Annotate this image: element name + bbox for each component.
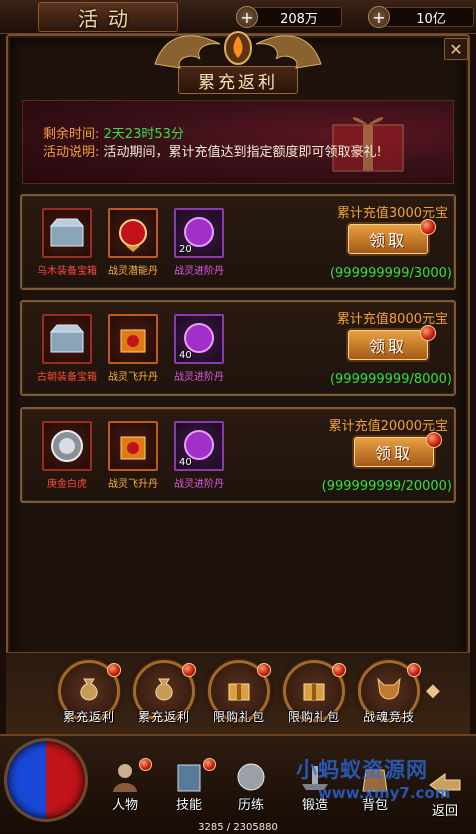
remaining-time-label: 剩余时间:: [43, 127, 100, 142]
reward-card: 40 庚金白虎 战灵飞升丹 战灵进阶丹 累计充值20000元宝 领取 (9999…: [20, 407, 456, 503]
claim-button[interactable]: 领取: [348, 325, 436, 360]
recharge-progress: (999999999/20000): [321, 479, 452, 494]
gift-box-icon: [303, 683, 325, 701]
activity-info: 剩余时间: 2天23时53分 活动说明: 活动期间，累计充值达到指定额度即可领取…: [22, 100, 454, 184]
claim-label: 领取: [368, 231, 407, 250]
money-bag-icon: [80, 678, 98, 701]
reward-item[interactable]: [42, 314, 92, 364]
resource-gold: + 10亿: [368, 5, 474, 29]
claim-button[interactable]: 领取: [354, 432, 442, 467]
reward-item[interactable]: [42, 208, 92, 258]
item-name: 战灵潜能丹: [108, 266, 158, 277]
notification-dot: [257, 663, 271, 677]
description-value: 活动期间，累计充值达到指定额度即可领取豪礼!: [103, 145, 382, 160]
flame-emblem-icon: [224, 31, 252, 65]
nav-label: 返回: [431, 804, 458, 819]
nav-label: 技能: [175, 798, 202, 813]
demon-mask-icon: [377, 677, 401, 700]
item-name: 战灵进阶丹: [174, 479, 224, 490]
recharge-progress: (999999999/3000): [329, 266, 452, 281]
gift-box-icon: [228, 683, 250, 701]
description-label: 活动说明:: [43, 145, 100, 160]
item-count: 20: [179, 244, 192, 255]
hp-mp-orb: [4, 738, 88, 822]
recharge-progress: (999999999/8000): [329, 372, 452, 387]
item-name: 战灵进阶丹: [174, 372, 224, 383]
money-bag-icon: [155, 678, 173, 701]
nav-training[interactable]: 历练: [222, 760, 280, 813]
chest-icon: [49, 218, 85, 247]
close-button[interactable]: ✕: [444, 38, 468, 60]
notification-dot: [182, 663, 196, 677]
watermark: 小蚂蚁资源网 www.xmy7.com: [296, 754, 450, 802]
item-name: 乌木装备宝箱: [37, 266, 97, 277]
gold-box-icon: [120, 329, 146, 353]
tab-label: 累充返利: [137, 710, 190, 724]
item-name: 战灵飞升丹: [108, 479, 158, 490]
reward-item[interactable]: 40: [174, 314, 224, 364]
gold-value: 10亿: [384, 7, 474, 27]
reward-item[interactable]: [42, 421, 92, 471]
item-name: 古朝装备宝箱: [37, 372, 97, 383]
white-tiger-icon: [51, 430, 83, 462]
watermark-line1: 小蚂蚁资源网: [296, 758, 428, 782]
nav-label: 历练: [237, 798, 264, 813]
reward-card: 20 乌木装备宝箱 战灵潜能丹 战灵进阶丹 累计充值3000元宝 领取 (999…: [20, 194, 456, 290]
claim-label: 领取: [368, 337, 407, 356]
skill-book-icon: [177, 764, 201, 792]
watermark-line2: www.xmy7.com: [318, 784, 451, 802]
reward-item[interactable]: [108, 314, 158, 364]
dragon-ornament-left-icon: [154, 35, 221, 69]
notification-dot: [107, 663, 121, 677]
recharge-target: 累计充值20000元宝: [328, 419, 448, 434]
item-name: 战灵飞升丹: [108, 372, 158, 383]
notification-dot: [420, 325, 436, 341]
item-count: 40: [179, 350, 192, 361]
notification-dot: [203, 758, 216, 771]
reward-card: 40 古朝装备宝箱 战灵飞升丹 战灵进阶丹 累计充值8000元宝 领取 (999…: [20, 300, 456, 396]
expand-arrow-icon[interactable]: ◆: [426, 680, 450, 704]
claim-label: 领取: [374, 444, 413, 463]
gold-box-icon: [120, 436, 146, 460]
reward-item[interactable]: 40: [174, 421, 224, 471]
nav-label: 人物: [111, 798, 138, 813]
tab-label: 累充返利: [62, 710, 115, 724]
nav-character[interactable]: 人物: [96, 758, 154, 813]
notification-dot: [426, 432, 442, 448]
remaining-time-value: 2天23时53分: [103, 127, 184, 142]
item-name: 庚金白虎: [47, 479, 87, 490]
reward-item[interactable]: [108, 208, 158, 258]
notification-dot: [139, 758, 152, 771]
reward-item[interactable]: 20: [174, 208, 224, 258]
notification-dot: [420, 219, 436, 235]
nav-skills[interactable]: 技能: [160, 758, 218, 813]
notification-dot: [407, 663, 421, 677]
item-name: 战灵进阶丹: [174, 266, 224, 277]
training-icon: [237, 763, 265, 791]
character-icon: [113, 764, 137, 792]
experience-readout: 3285 / 2305880: [198, 822, 278, 833]
chest-icon: [49, 324, 85, 353]
tab-label: 限购礼包: [287, 710, 340, 724]
tab-label: 限购礼包: [212, 710, 265, 724]
recharge-target: 累计充值3000元宝: [336, 206, 448, 221]
recharge-target: 累计充值8000元宝: [336, 312, 448, 327]
dragon-ornament-right-icon: [255, 35, 322, 69]
tab-label: 战魂竞技: [362, 710, 415, 724]
notification-dot: [332, 663, 346, 677]
item-count: 40: [179, 457, 192, 468]
add-gold-button[interactable]: +: [368, 6, 390, 28]
red-orb-icon: [119, 219, 147, 252]
reward-item[interactable]: [108, 421, 158, 471]
claim-button[interactable]: 领取: [348, 219, 436, 254]
